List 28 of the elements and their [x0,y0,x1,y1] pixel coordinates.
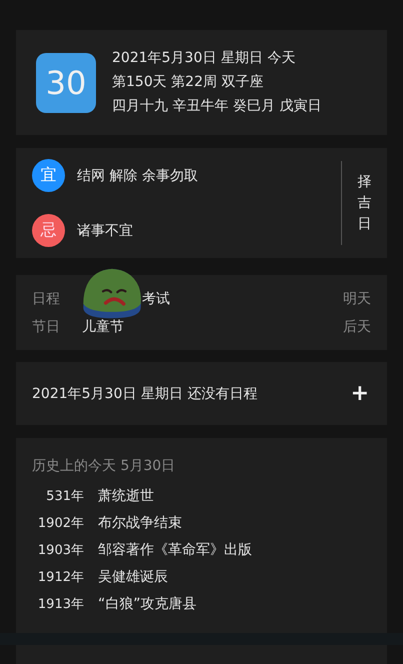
no-schedule-text: 2021年5月30日 星期日 还没有日程 [32,384,258,402]
add-schedule-button[interactable]: + [350,381,369,406]
history-event: 布尔战争结束 [97,514,182,533]
date-info-text: 四月十九 辛丑牛年 癸巳月 戊寅日 [112,97,322,116]
history-event: “白狼”攻克唐县 [97,595,197,614]
almanac-badge: 宜 [32,159,65,192]
history-event: 邹容著作《革命军》出版 [97,541,252,560]
upcoming-when: 后天 [343,318,371,336]
history-title: 历史上的今天 5月30日 [32,457,176,476]
choose-auspicious-day-button[interactable]: 择吉日 [341,161,387,245]
upcoming-event: 考试 [141,290,171,308]
history-year: 1912年 [36,569,84,587]
upcoming-label: 节日 [32,318,61,336]
upcoming-when: 明天 [343,290,371,308]
history-year: 1903年 [36,542,84,560]
date-info-text: 第150天 第22周 双子座 [112,73,264,92]
date-info-text: 2021年5月30日 星期日 今天 [112,49,296,68]
history-event: 萧统逝世 [97,487,154,506]
day-number-tile: 30 [36,52,96,112]
history-year: 1913年 [36,596,84,614]
almanac-text: 诸事不宜 [77,222,133,240]
almanac-text: 结网 解除 余事勿取 [77,166,198,184]
history-year: 531年 [45,488,84,506]
upcoming-label: 日程 [32,290,61,308]
almanac-badge: 忌 [32,214,65,247]
history-event: 吴健雄诞辰 [97,568,168,587]
upcoming-event: 儿童节 [82,318,125,336]
history-year: 1902年 [36,515,84,533]
